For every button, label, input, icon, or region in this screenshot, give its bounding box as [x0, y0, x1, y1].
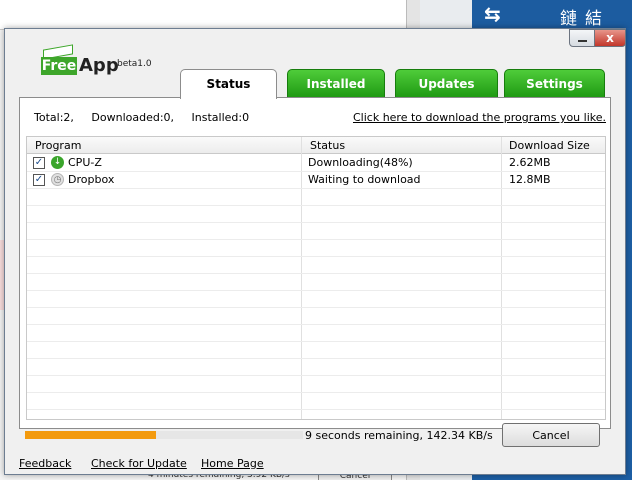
progress-fill [25, 431, 156, 439]
status-panel: Total:2, Downloaded:0, Installed:0 Click… [19, 97, 611, 429]
header-download-size[interactable]: Download Size [509, 139, 590, 152]
waiting-clock-icon: ◷ [51, 173, 64, 186]
check-update-link[interactable]: Check for Update [91, 457, 187, 470]
program-status: Downloading(48%) [308, 156, 413, 169]
downloaded-count: Downloaded:0, [91, 111, 175, 124]
row-checkbox[interactable]: ✓ [33, 157, 45, 169]
total-count: Total:2, [34, 111, 74, 124]
cancel-button[interactable]: Cancel [502, 423, 600, 447]
close-icon: x [606, 31, 614, 45]
row-gridline [27, 290, 605, 291]
download-progress-bar [25, 431, 303, 439]
download-arrow-icon: ↓ [51, 156, 64, 169]
home-page-link[interactable]: Home Page [201, 457, 264, 470]
installed-count: Installed:0 [191, 111, 250, 124]
row-gridline [27, 239, 605, 240]
header-program[interactable]: Program [35, 139, 81, 152]
time-remaining-text: 9 seconds remaining, 142.34 KB/s [305, 429, 493, 442]
freeapp-logo: Free App [41, 44, 119, 76]
table-header: Program Status Download Size [27, 137, 605, 154]
program-status: Waiting to download [308, 173, 421, 186]
summary-counts: Total:2, Downloaded:0, Installed:0 [34, 111, 263, 124]
program-size: 2.62MB [509, 156, 551, 169]
minimize-button[interactable] [569, 29, 595, 47]
row-gridline [27, 273, 605, 274]
program-name: Dropbox [68, 173, 115, 186]
download-programs-link[interactable]: Click here to download the programs you … [353, 111, 606, 124]
row-gridline [27, 375, 605, 376]
table-row[interactable]: ✓ ↓ CPU-Z Downloading(48%) 2.62MB [27, 154, 605, 171]
tab-installed[interactable]: Installed [287, 69, 385, 98]
row-gridline [27, 307, 605, 308]
header-status[interactable]: Status [310, 139, 345, 152]
row-checkbox[interactable]: ✓ [33, 174, 45, 186]
row-gridline [27, 256, 605, 257]
row-gridline [27, 205, 605, 206]
row-gridline [27, 358, 605, 359]
table-row[interactable]: ✓ ◷ Dropbox Waiting to download 12.8MB [27, 171, 605, 188]
row-gridline [27, 392, 605, 393]
sync-arrows-icon: ⇆ [484, 2, 501, 26]
minimize-icon [578, 40, 587, 42]
background-side-title: 鏈結 [560, 9, 610, 29]
row-gridline [27, 188, 605, 189]
tab-settings[interactable]: Settings [504, 69, 605, 98]
logo-free: Free [41, 57, 77, 75]
logo-app: App [79, 55, 119, 76]
row-gridline [27, 222, 605, 223]
row-gridline [27, 324, 605, 325]
background-window-header [0, 0, 410, 30]
program-table: Program Status Download Size ✓ ↓ CPU-Z D… [26, 136, 606, 420]
row-gridline [27, 409, 605, 410]
version-label: beta1.0 [117, 59, 152, 69]
row-gridline [27, 341, 605, 342]
close-button[interactable]: x [594, 29, 626, 47]
program-size: 12.8MB [509, 173, 551, 186]
freeapp-window: Free App beta1.0 x Status Installed Upda… [4, 28, 626, 475]
feedback-link[interactable]: Feedback [19, 457, 71, 470]
tab-status[interactable]: Status [180, 69, 277, 99]
program-name: CPU-Z [68, 156, 102, 169]
tab-updates[interactable]: Updates [395, 69, 498, 98]
